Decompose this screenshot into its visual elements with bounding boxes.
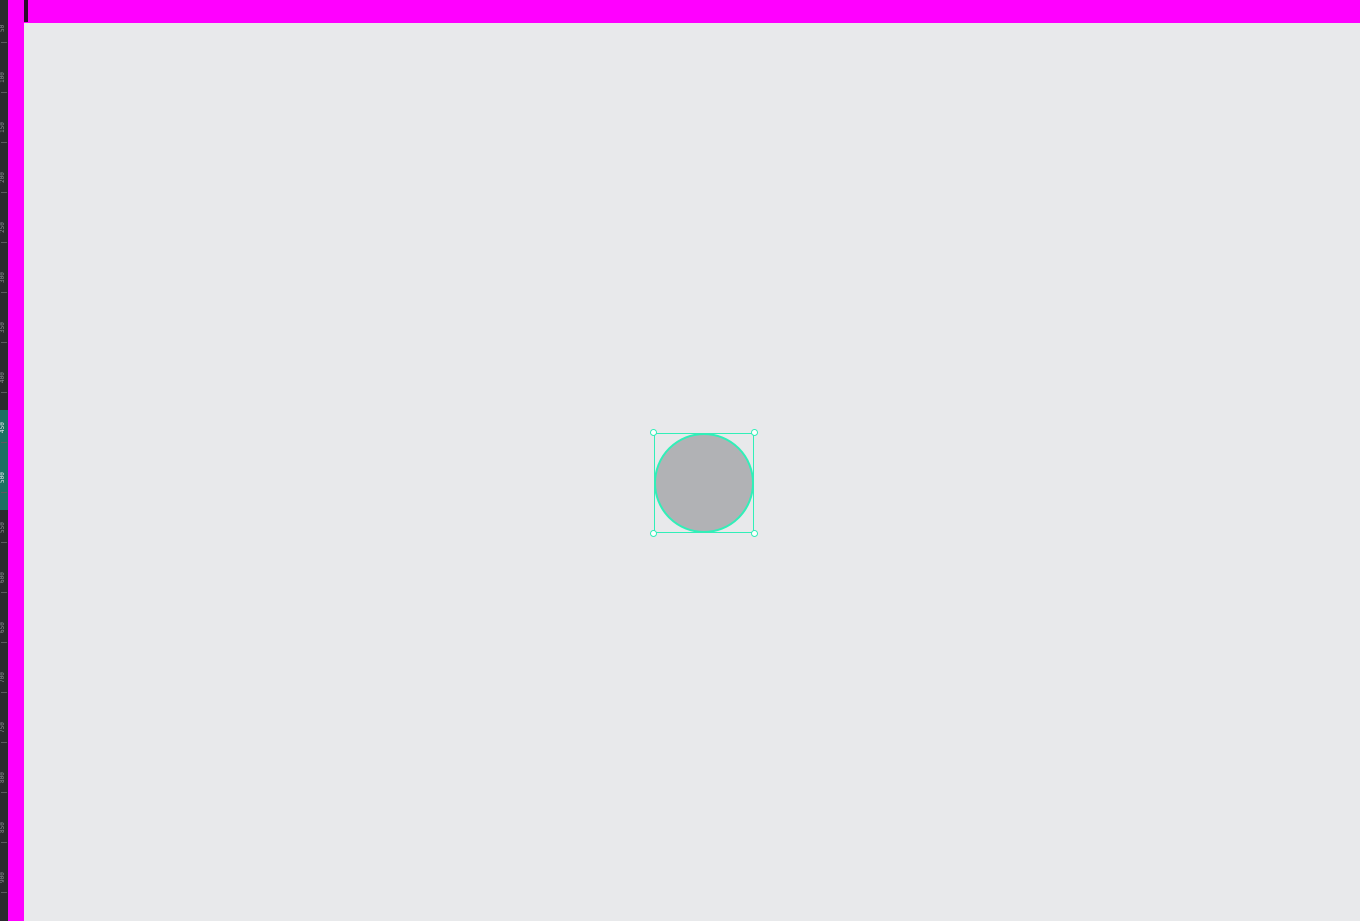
ruler-tick	[1, 42, 7, 43]
ruler-tick-label: 350	[0, 322, 6, 334]
ruler-tick	[1, 792, 7, 793]
ruler-tick-label: 750	[0, 722, 6, 734]
resize-handle-bottom-right-icon[interactable]	[751, 530, 758, 537]
ruler-tick	[1, 392, 7, 393]
ruler-tick	[1, 142, 7, 143]
resize-handle-top-right-icon[interactable]	[751, 429, 758, 436]
ruler-tick	[1, 842, 7, 843]
ruler-tick-label: 550	[0, 522, 6, 534]
ruler-tick-label: 50	[0, 24, 6, 32]
frame-guide-horizontal	[24, 0, 1360, 23]
resize-handle-bottom-left-icon[interactable]	[650, 530, 657, 537]
ruler-tick	[1, 892, 7, 893]
selection-box[interactable]	[654, 433, 754, 533]
design-editor: 50 100 150 200 250 300 350 400 450 500 550 600 650 70…	[0, 0, 1360, 921]
ruler-tick-label: 500	[0, 472, 6, 484]
ruler-tick-label: 150	[0, 122, 6, 134]
ruler-tick-label: 650	[0, 622, 6, 634]
ruler-tick	[1, 592, 7, 593]
ruler-tick-label: 600	[0, 572, 6, 584]
ruler-tick	[1, 342, 7, 343]
ruler-tick	[1, 542, 7, 543]
ruler-tick-label: 200	[0, 172, 6, 184]
ruler-tick-label: 700	[0, 672, 6, 684]
ruler-tick-label: 450	[0, 422, 6, 434]
ruler-tick	[1, 242, 7, 243]
design-canvas[interactable]	[24, 23, 1360, 921]
ruler-tick-label: 800	[0, 772, 6, 784]
ruler-tick	[1, 492, 7, 493]
ruler-tick	[1, 192, 7, 193]
ruler-tick-label: 300	[0, 272, 6, 284]
resize-handle-top-left-icon[interactable]	[650, 429, 657, 436]
ruler-tick-label: 900	[0, 872, 6, 884]
frame-guide-vertical	[8, 0, 24, 921]
frame-corner-marker	[24, 0, 28, 22]
ruler-tick	[1, 92, 7, 93]
vertical-ruler[interactable]: 50 100 150 200 250 300 350 400 450 500 550 600 650 70…	[0, 0, 8, 921]
ruler-tick	[1, 692, 7, 693]
ruler-tick	[1, 642, 7, 643]
ruler-tick-label: 400	[0, 372, 6, 384]
ruler-tick	[1, 292, 7, 293]
ruler-tick-label: 100	[0, 72, 6, 84]
ruler-tick-label: 850	[0, 822, 6, 834]
ruler-tick	[1, 442, 7, 443]
ruler-tick-label: 250	[0, 222, 6, 234]
ruler-tick	[1, 742, 7, 743]
